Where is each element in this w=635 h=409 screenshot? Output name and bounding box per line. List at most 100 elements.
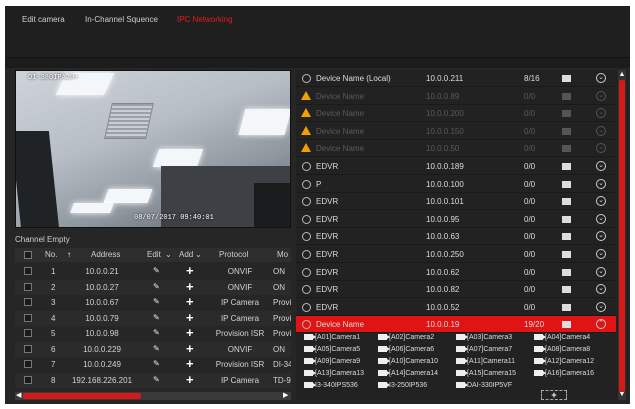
column-header-model[interactable]: Mo <box>277 250 288 259</box>
pencil-icon[interactable]: ✎ <box>153 344 160 353</box>
column-header-edit[interactable]: Edit <box>147 250 161 259</box>
plus-icon[interactable]: + <box>186 279 194 294</box>
monitor-icon[interactable] <box>562 127 571 135</box>
column-header-protocol[interactable]: Protocol <box>219 250 248 259</box>
device-row[interactable]: Device Name 10.0.0.200 0/0 ⌄ <box>296 105 616 123</box>
plus-icon[interactable]: + <box>186 294 194 309</box>
radio-icon[interactable] <box>302 197 311 207</box>
radio-icon[interactable] <box>302 267 311 277</box>
plus-icon[interactable]: + <box>186 356 194 371</box>
monitor-icon[interactable] <box>562 198 571 206</box>
monitor-icon[interactable] <box>562 92 571 100</box>
row-checkbox[interactable] <box>24 360 32 368</box>
chevron-down-icon[interactable]: ⌄ <box>596 108 606 119</box>
camera-item[interactable]: [A09]Camera9 <box>304 358 360 365</box>
chevron-up-icon[interactable]: ⌃ <box>596 319 606 330</box>
scroll-up-icon[interactable]: ▲ <box>618 71 626 78</box>
monitor-icon[interactable] <box>562 286 571 294</box>
row-checkbox[interactable] <box>24 313 32 322</box>
camera-item[interactable]: [A14]Camera14 <box>378 370 438 377</box>
device-row[interactable]: EDVR 10.0.0.250 0/0 ⌄ <box>296 246 616 263</box>
pencil-icon[interactable]: ✎ <box>153 297 160 306</box>
chevron-down-icon[interactable]: ⌄ <box>165 250 172 259</box>
chevron-down-icon[interactable]: ⌄ <box>596 284 606 295</box>
chevron-down-icon[interactable]: ⌄ <box>596 266 606 277</box>
camera-item[interactable]: [A01]Camera1 <box>304 334 360 341</box>
radio-icon[interactable] <box>302 214 311 224</box>
camera-item[interactable]: [A12]Camera12 <box>534 358 594 365</box>
camera-item[interactable]: [A13]Camera13 <box>304 370 364 377</box>
device-row[interactable]: EDVR 10.0.0.63 0/0 ⌄ <box>296 228 616 246</box>
camera-item[interactable]: [A04]Camera4 <box>534 334 590 341</box>
radio-icon[interactable] <box>302 179 311 189</box>
camera-item[interactable]: DAI-330IP5VF <box>456 382 512 389</box>
radio-icon[interactable] <box>302 302 311 312</box>
camera-item[interactable]: [A10]Camera10 <box>378 358 438 365</box>
table-row[interactable]: 3 10.0.0.67 ✎ + IP Camera Provisi <box>15 294 291 310</box>
radio-icon[interactable] <box>302 74 311 83</box>
camera-item[interactable]: [A06]Camera6 <box>378 346 434 353</box>
row-checkbox[interactable] <box>24 282 32 291</box>
vertical-scrollbar[interactable]: ▲ ▼ <box>618 70 626 400</box>
plus-icon[interactable]: + <box>186 263 194 278</box>
table-row[interactable]: 6 10.0.0.229 ✎ + ONVIF ON <box>15 341 291 357</box>
device-row[interactable]: EDVR 10.0.0.82 0/0 ⌄ <box>296 281 616 299</box>
pencil-icon[interactable]: ✎ <box>153 313 160 322</box>
scroll-thumb[interactable] <box>619 80 625 392</box>
device-row[interactable]: Device Name 10.0.0.50 0/0 ⌄ <box>296 140 616 158</box>
tab-ipc-networking[interactable]: IPC Networking <box>177 15 233 24</box>
pencil-icon[interactable]: ✎ <box>153 359 160 368</box>
scroll-right-icon[interactable]: ▶ <box>283 391 288 399</box>
chevron-down-icon[interactable]: ⌄ <box>596 73 606 83</box>
camera-item[interactable]: [A11]Camera11 <box>456 358 515 365</box>
device-row[interactable]: EDVR 10.0.0.101 0/0 ⌄ <box>296 193 616 211</box>
plus-icon[interactable]: + <box>186 325 194 340</box>
chevron-down-icon[interactable]: ⌄ <box>596 213 606 224</box>
table-row[interactable]: 4 10.0.0.79 ✎ + IP Camera Provisi <box>15 310 291 326</box>
camera-item[interactable]: [A07]Camera7 <box>456 346 512 353</box>
device-row[interactable]: EDVR 10.0.0.189 0/0 ⌄ <box>296 158 616 175</box>
camera-item[interactable]: [A02]Camera2 <box>378 334 434 341</box>
device-row[interactable]: EDVR 10.0.0.52 0/0 ⌄ <box>296 299 616 316</box>
row-checkbox[interactable] <box>24 344 32 353</box>
column-header-address[interactable]: Address <box>91 250 120 259</box>
plus-icon[interactable]: + <box>186 341 194 356</box>
device-row[interactable]: Device Name 10.0.0.150 0/0 ⌄ <box>296 123 616 140</box>
radio-icon[interactable] <box>302 285 311 295</box>
plus-icon[interactable]: + <box>186 310 194 325</box>
tab-edit-camera[interactable]: Edit camera <box>22 15 65 24</box>
table-row[interactable]: 2 10.0.0.27 ✎ + ONVIF ON <box>15 279 291 295</box>
monitor-icon[interactable] <box>562 145 571 153</box>
chevron-down-icon[interactable]: ⌄ <box>596 125 606 136</box>
pencil-icon[interactable]: ✎ <box>153 375 160 384</box>
radio-icon[interactable] <box>302 162 311 171</box>
column-header-add[interactable]: Add <box>179 250 193 259</box>
table-row[interactable]: 7 10.0.0.249 ✎ + Provision ISR DI-340 <box>15 356 291 372</box>
camera-item[interactable]: [A15]Camera15 <box>456 370 516 377</box>
row-checkbox[interactable] <box>24 375 32 384</box>
monitor-icon[interactable] <box>562 110 571 118</box>
monitor-icon[interactable] <box>562 303 571 311</box>
device-row[interactable]: P 10.0.0.100 0/0 ⌄ <box>296 176 616 193</box>
chevron-down-icon[interactable]: ⌄ <box>596 231 606 242</box>
scroll-left-icon[interactable]: ◀ <box>16 391 21 399</box>
camera-item[interactable]: I3-340IPS536 <box>304 382 358 389</box>
pencil-icon[interactable]: ✎ <box>153 266 160 275</box>
select-all-checkbox[interactable] <box>24 251 32 259</box>
row-checkbox[interactable] <box>24 329 32 337</box>
pencil-icon[interactable]: ✎ <box>153 328 160 337</box>
chevron-down-icon[interactable]: ⌄ <box>596 249 606 259</box>
chevron-down-icon[interactable]: ⌄ <box>596 161 606 171</box>
device-row[interactable]: EDVR 10.0.0.95 0/0 ⌄ <box>296 211 616 228</box>
radio-icon[interactable] <box>302 232 311 242</box>
chevron-down-icon[interactable]: ⌄ <box>596 196 606 207</box>
row-checkbox[interactable] <box>24 298 32 306</box>
monitor-icon[interactable] <box>562 251 571 258</box>
horizontal-scrollbar[interactable]: ◀ ▶ <box>15 392 291 400</box>
camera-item[interactable]: [A03]Camera3 <box>456 334 512 341</box>
camera-item[interactable]: [A16]Camera16 <box>534 370 594 377</box>
pencil-icon[interactable]: ✎ <box>153 282 160 291</box>
device-row[interactable]: Device Name (Local) 10.0.0.211 8/16 ⌄ <box>296 70 616 87</box>
camera-preview[interactable]: DI-380IPA20+ 08/07/2017 09:40:01 <box>15 70 291 228</box>
chevron-down-icon[interactable]: ⌄ <box>596 301 606 312</box>
